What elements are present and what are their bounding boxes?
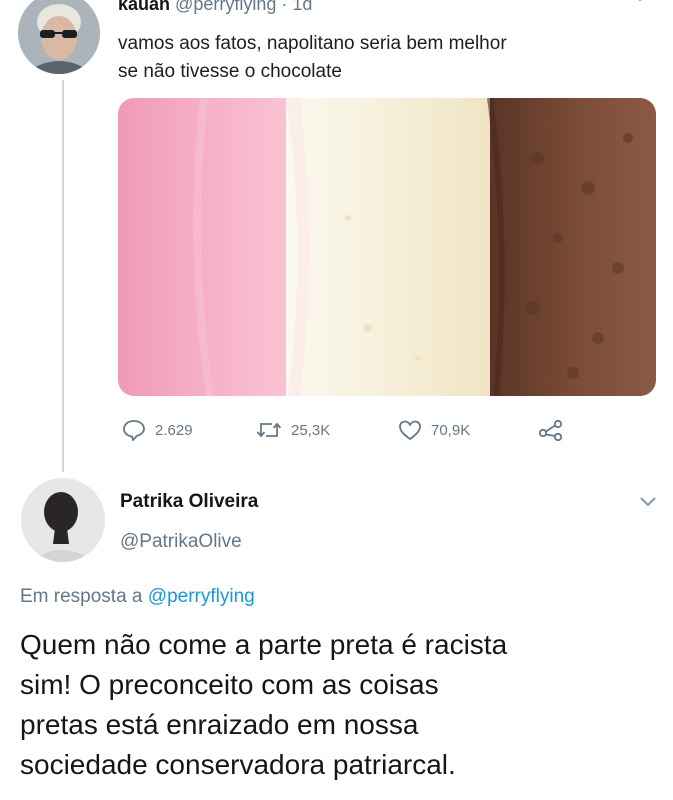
like-button[interactable]: 70,9K xyxy=(398,416,470,444)
chevron-down-icon xyxy=(640,497,656,507)
tweet-menu-button[interactable] xyxy=(630,0,650,9)
user-handle[interactable]: @perryflying xyxy=(175,0,276,14)
reply-handle-link[interactable]: @perryflying xyxy=(148,586,255,607)
avatar[interactable] xyxy=(18,0,100,74)
user-handle[interactable]: @PatrikaOlive xyxy=(120,531,242,553)
share-button[interactable] xyxy=(538,416,573,444)
tweet-image[interactable] xyxy=(118,98,656,396)
reply-context: Em resposta a @perryflying xyxy=(20,586,255,608)
reply-icon xyxy=(123,420,145,441)
retweet-count: 25,3K xyxy=(291,421,331,439)
tweet-text-line: pretas está enraizado em nossa xyxy=(20,709,419,740)
retweet-icon xyxy=(256,422,282,438)
tweet-header: kauan @perryflying · 1d xyxy=(118,0,312,15)
retweet-button[interactable]: 25,3K xyxy=(256,416,330,444)
tweet-text: Quem não come a parte preta é racista si… xyxy=(20,625,665,785)
tweet-text-line: sociedade conservadora patriarcal. xyxy=(20,749,456,780)
separator: · xyxy=(281,0,288,14)
reply-count: 2.629 xyxy=(155,421,193,439)
tweet-text-line: vamos aos fatos, napolitano seria bem me… xyxy=(118,33,507,54)
tweet-menu-button[interactable] xyxy=(638,495,658,514)
avatar[interactable] xyxy=(21,478,105,562)
reply-prefix: Em resposta a xyxy=(20,586,143,607)
tweet-text-line: se não tivesse o chocolate xyxy=(118,61,342,82)
user-avatar-photo xyxy=(18,0,100,74)
tweet-text-line: sim! O preconceito com as coisas xyxy=(20,669,439,700)
thread-line xyxy=(62,80,64,472)
display-name[interactable]: Patrika Oliveira xyxy=(120,491,258,513)
share-icon xyxy=(538,419,563,441)
user-avatar-photo xyxy=(21,478,105,562)
timestamp[interactable]: 1d xyxy=(292,0,312,14)
tweet-text: vamos aos fatos, napolitano seria bem me… xyxy=(118,30,658,86)
display-name[interactable]: kauan xyxy=(118,0,170,14)
tweet-text-line: Quem não come a parte preta é racista xyxy=(20,629,508,660)
chevron-down-icon xyxy=(638,0,642,2)
like-icon xyxy=(399,420,421,441)
like-count: 70,9K xyxy=(431,421,471,439)
neapolitan-ice-cream-photo xyxy=(118,98,656,396)
reply-button[interactable]: 2.629 xyxy=(122,416,193,444)
